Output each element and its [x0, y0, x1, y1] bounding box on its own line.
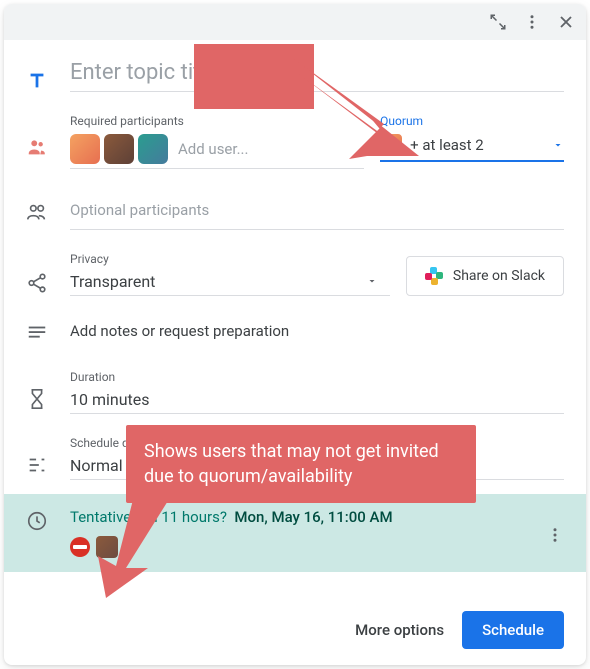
footer: More options Schedule	[4, 595, 586, 665]
quorum-label: Quorum	[380, 114, 564, 128]
add-user-placeholder: Add user...	[178, 140, 248, 158]
urgency-select[interactable]: Normal urgency	[70, 452, 564, 480]
notes-icon	[26, 318, 70, 344]
topic-input[interactable]: Enter topic title	[70, 54, 564, 92]
required-label: Required participants	[70, 114, 364, 128]
content-area: Enter topic title Required participants …	[4, 40, 586, 595]
tentative-text: Tentatively in 11 hours? Mon, May 16, 11…	[70, 508, 530, 526]
expand-icon[interactable]	[488, 12, 508, 32]
schedule-button[interactable]: Schedule	[462, 611, 564, 649]
optional-input[interactable]: Optional participants	[70, 191, 564, 230]
avatar[interactable]	[96, 536, 118, 558]
priority-icon	[26, 436, 70, 476]
privacy-label: Privacy	[70, 252, 390, 266]
hourglass-icon	[26, 370, 70, 410]
do-not-enter-icon	[70, 537, 90, 557]
share-icon	[26, 252, 70, 294]
avatar[interactable]	[104, 134, 134, 164]
privacy-value: Transparent	[70, 272, 155, 291]
slack-icon	[425, 267, 443, 285]
duration-select[interactable]: 10 minutes	[70, 386, 564, 414]
privacy-row: Privacy Transparent Share on Slack	[26, 252, 564, 296]
excluded-avatars	[70, 536, 530, 558]
avatar[interactable]	[70, 134, 100, 164]
share-on-slack-button[interactable]: Share on Slack	[406, 256, 564, 296]
more-vert-icon[interactable]	[522, 12, 542, 32]
quorum-value: + at least 2	[410, 136, 484, 154]
duration-label: Duration	[70, 370, 564, 384]
more-options-link[interactable]: More options	[355, 621, 444, 639]
avatar	[380, 134, 402, 156]
required-row: Required participants Add user... Quorum…	[26, 114, 564, 169]
notes-row: Add notes or request preparation	[26, 318, 564, 344]
avatar[interactable]	[138, 134, 168, 164]
dialog-card: Enter topic title Required participants …	[4, 4, 586, 665]
urgency-label: Schedule duration	[70, 436, 564, 450]
text-icon	[26, 54, 70, 92]
notes-input[interactable]: Add notes or request preparation	[70, 318, 564, 340]
people-icon	[26, 114, 70, 158]
required-participants-input[interactable]: Add user...	[70, 130, 364, 169]
people-outline-icon	[26, 191, 70, 223]
chevron-down-icon	[366, 272, 390, 291]
privacy-select[interactable]: Transparent	[70, 268, 390, 296]
topic-row: Enter topic title	[26, 54, 564, 92]
quorum-select[interactable]: + at least 2	[380, 130, 564, 162]
duration-row: Duration 10 minutes	[26, 370, 564, 414]
clock-icon	[26, 508, 70, 532]
optional-row: Optional participants	[26, 191, 564, 230]
tentative-block: Tentatively in 11 hours? Mon, May 16, 11…	[4, 494, 586, 572]
close-icon[interactable]	[556, 12, 576, 32]
more-vert-icon[interactable]	[546, 508, 564, 548]
chevron-down-icon	[552, 136, 564, 155]
urgency-row: Schedule duration Normal urgency	[26, 436, 564, 480]
titlebar	[4, 4, 586, 40]
slack-label: Share on Slack	[453, 268, 545, 284]
